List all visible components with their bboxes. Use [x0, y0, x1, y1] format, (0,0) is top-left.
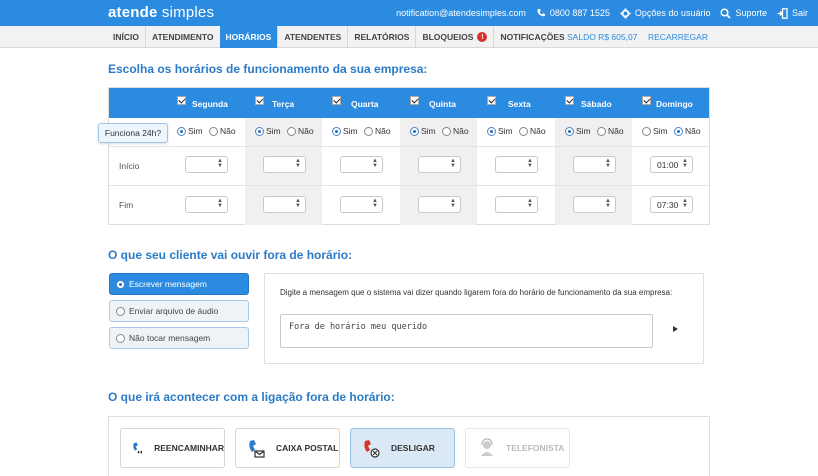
start-select-thursday[interactable]: ▲ ▼	[418, 156, 461, 173]
radio-no[interactable]	[674, 126, 684, 136]
radio-group-monday: Sim Não	[177, 126, 236, 136]
tab-bloqueios[interactable]: BLOQUEIOS !	[415, 26, 493, 48]
alert-badge: !	[477, 32, 488, 42]
radio-no[interactable]	[519, 126, 529, 136]
option-write-message[interactable]: Escrever mensagem	[109, 273, 249, 295]
forward-button[interactable]: REENCAMINHAR	[120, 428, 225, 468]
hangup-button[interactable]: DESLIGAR	[350, 428, 455, 468]
radio-no[interactable]	[364, 126, 374, 136]
message-panel: Digite a mensagem que o sistema vai dize…	[264, 273, 704, 364]
brand-logo[interactable]: atende simples	[108, 4, 214, 21]
start-select-friday[interactable]: ▲ ▼	[495, 156, 538, 173]
radio-group-thursday: Sim Não	[410, 126, 469, 136]
start-select-wednesday[interactable]: ▲ ▼	[340, 156, 383, 173]
hangup-icon	[364, 440, 380, 458]
day-checkbox[interactable]	[255, 96, 264, 105]
recharge-link[interactable]: RECARREGAR	[648, 32, 708, 42]
end-select-sunday[interactable]: 07:30 ▲ ▼	[650, 196, 693, 213]
radio-group-wednesday: Sim Não	[332, 126, 391, 136]
option-send-audio[interactable]: Enviar arquivo de áudio	[109, 300, 249, 322]
option-no-message[interactable]: Não tocar mensagem	[109, 327, 249, 349]
radio-group-sunday: Sim Não	[642, 126, 701, 136]
radio-yes[interactable]	[410, 126, 419, 136]
end-select-monday[interactable]: ▲ ▼	[185, 196, 228, 213]
start-select-monday[interactable]: ▲ ▼	[185, 156, 228, 173]
radio-group-tuesday: Sim Não	[255, 126, 314, 136]
row-label-end: Fim	[119, 200, 134, 210]
tab-inicio[interactable]: INÍCIO	[107, 26, 145, 48]
voicemail-icon	[249, 440, 265, 458]
row-label-start: Início	[119, 161, 140, 171]
phone-icon	[537, 9, 545, 17]
radio-yes[interactable]	[177, 126, 186, 136]
option-radio	[116, 306, 125, 316]
end-select-friday[interactable]: ▲ ▼	[495, 196, 538, 213]
search-icon	[720, 7, 732, 19]
call-action-title: O que irá acontecer com a ligação fora d…	[108, 390, 395, 404]
end-select-tuesday[interactable]: ▲ ▼	[263, 196, 306, 213]
forward-call-icon	[133, 442, 142, 454]
message-input[interactable]: Fora de horário meu querido	[280, 314, 653, 348]
row-divider	[109, 146, 709, 147]
radio-group-friday: Sim Não	[487, 126, 546, 136]
support-phone: 0800 887 1525	[536, 8, 610, 18]
schedule-header: Segunda Terça Quarta Quinta Sexta Sábado…	[109, 88, 709, 118]
tab-notificacoes[interactable]: NOTIFICAÇÕES	[493, 26, 570, 48]
end-select-saturday[interactable]: ▲ ▼	[573, 196, 616, 213]
radio-no[interactable]	[287, 126, 297, 136]
day-checkbox[interactable]	[332, 96, 341, 105]
day-checkbox[interactable]	[410, 96, 419, 105]
tooltip-24h: Funciona 24h?	[98, 123, 168, 143]
tab-relatorios[interactable]: RELATÓRIOS	[347, 26, 415, 48]
end-select-wednesday[interactable]: ▲ ▼	[340, 196, 383, 213]
operator-button[interactable]: TELEFONISTA	[465, 428, 570, 468]
radio-yes[interactable]	[642, 126, 651, 136]
tab-horarios[interactable]: HORÁRIOS	[219, 26, 278, 48]
end-select-thursday[interactable]: ▲ ▼	[418, 196, 461, 213]
main-nav: INÍCIO ATENDIMENTO HORÁRIOS ATENDENTES R…	[0, 26, 818, 48]
balance: SALDO R$ 605,07	[567, 32, 638, 42]
play-icon[interactable]	[673, 326, 678, 332]
option-radio	[116, 333, 125, 343]
operator-icon	[481, 438, 493, 456]
message-prompt: Digite a mensagem que o sistema vai dize…	[280, 288, 673, 297]
logout-link[interactable]: Sair	[777, 7, 808, 19]
start-select-saturday[interactable]: ▲ ▼	[573, 156, 616, 173]
radio-yes[interactable]	[332, 126, 341, 136]
top-bar: atende simples notification@atendesimple…	[0, 0, 818, 26]
radio-yes[interactable]	[255, 126, 264, 136]
row-divider	[109, 185, 709, 186]
day-checkbox[interactable]	[487, 96, 496, 105]
tab-atendentes[interactable]: ATENDENTES	[277, 26, 347, 48]
radio-no[interactable]	[597, 126, 607, 136]
day-checkbox[interactable]	[177, 96, 186, 105]
voicemail-button[interactable]: CAIXA POSTAL	[235, 428, 340, 468]
tab-atendimento[interactable]: ATENDIMENTO	[144, 26, 220, 48]
radio-yes[interactable]	[565, 126, 574, 136]
call-actions-panel: REENCAMINHAR CAIXA POSTAL DESLIGAR TELEF…	[108, 416, 710, 476]
after-hours-title: O que seu cliente vai ouvir fora de horá…	[108, 248, 353, 262]
radio-no[interactable]	[209, 126, 219, 136]
option-radio	[116, 279, 125, 289]
user-options-link[interactable]: Opções do usuário	[620, 7, 710, 19]
radio-yes[interactable]	[487, 126, 496, 136]
day-checkbox[interactable]	[565, 96, 574, 105]
gear-icon	[620, 7, 631, 19]
start-select-sunday[interactable]: 01:00 ▲ ▼	[650, 156, 693, 173]
day-checkbox[interactable]	[642, 96, 651, 105]
support-link[interactable]: Suporte	[720, 7, 767, 19]
radio-no[interactable]	[442, 126, 452, 136]
schedule-title: Escolha os horários de funcionamento da …	[108, 62, 428, 76]
user-email: notification@atendesimples.com	[396, 8, 526, 18]
radio-group-saturday: Sim Não	[565, 126, 624, 136]
logout-icon	[777, 7, 788, 19]
start-select-tuesday[interactable]: ▲ ▼	[263, 156, 306, 173]
